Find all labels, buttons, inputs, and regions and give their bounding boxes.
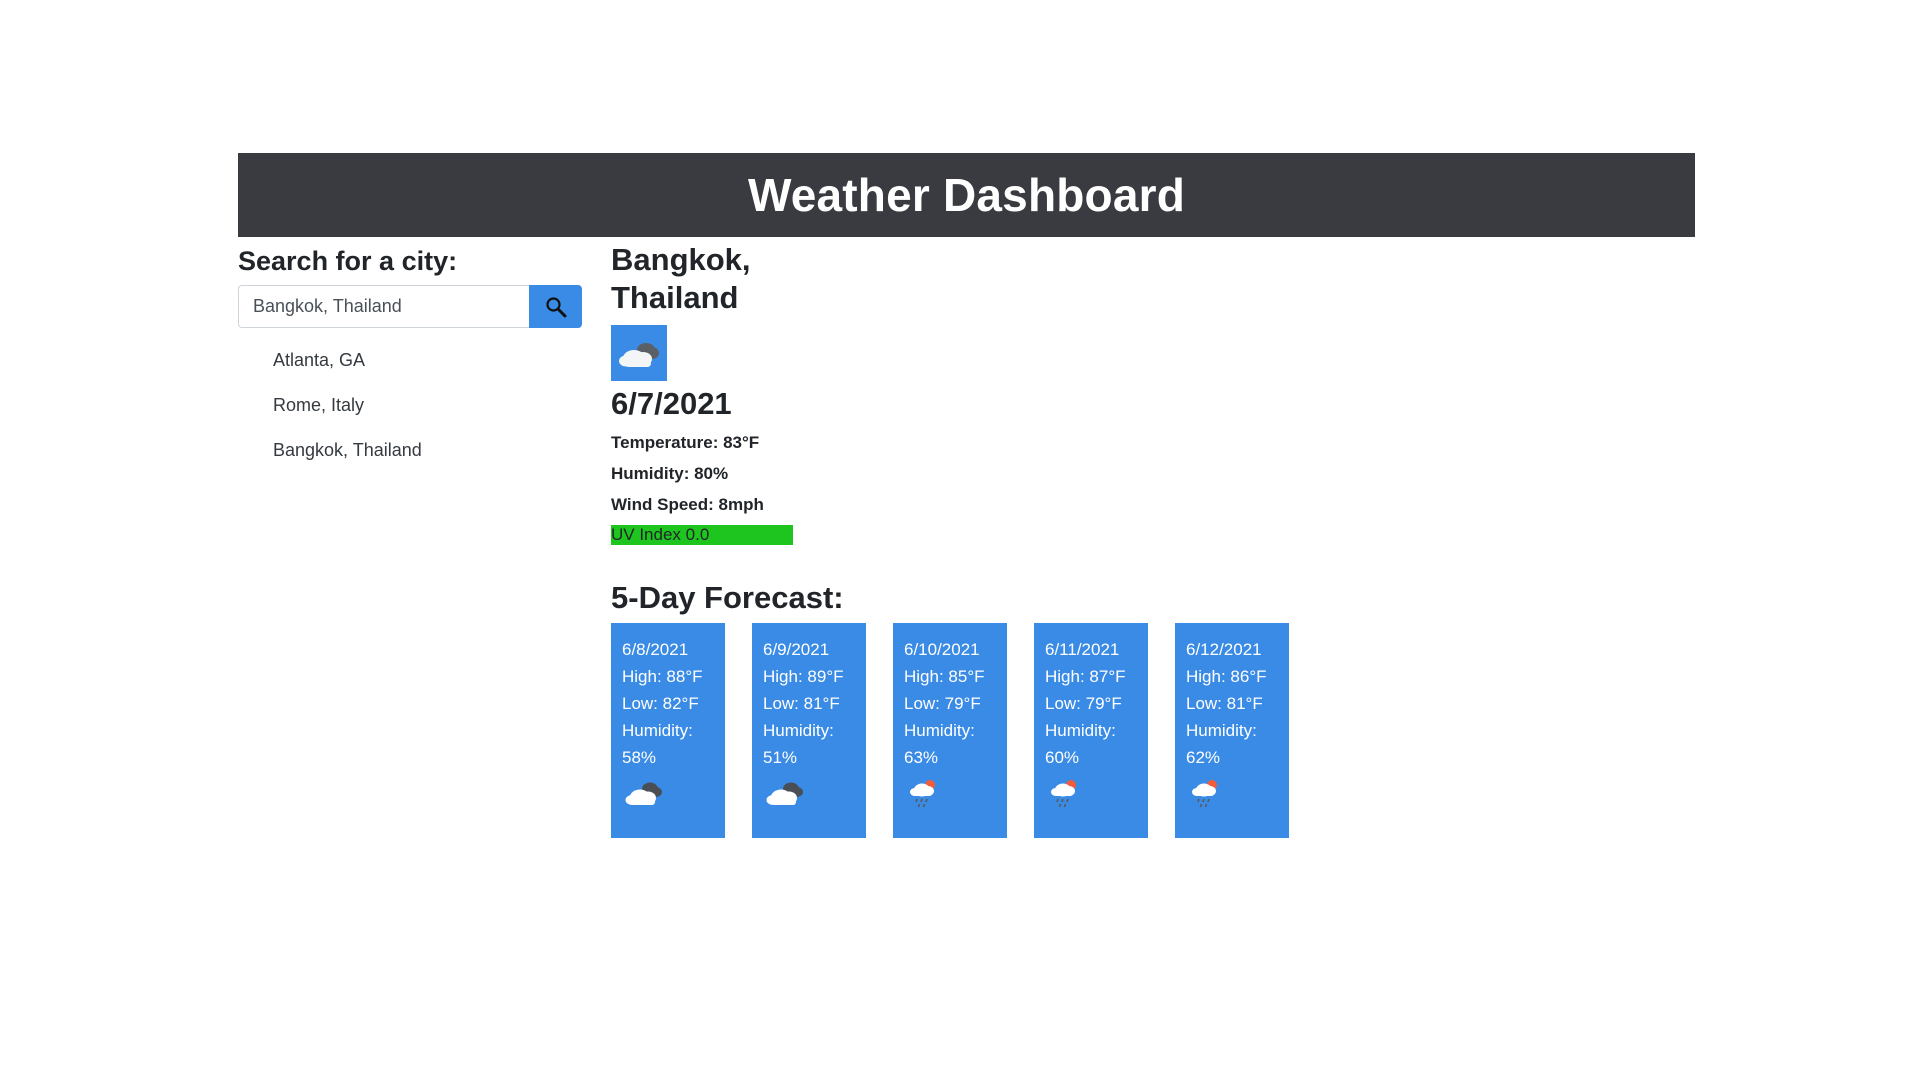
forecast-card: 6/12/2021 High: 86°F Low: 81°F Humidity:…: [1175, 623, 1289, 838]
forecast-humidity-value: 58%: [622, 748, 657, 767]
forecast-low: Low: 81°F: [1186, 694, 1263, 713]
forecast-high: High: 85°F: [904, 667, 985, 686]
forecast-humidity-label: Humidity:: [1045, 721, 1116, 740]
page-title: Weather Dashboard: [747, 169, 1186, 221]
forecast-humidity-value: 63%: [904, 748, 939, 767]
rain-icon: [1192, 780, 1217, 808]
app-header: Weather Dashboard: [238, 153, 1695, 237]
forecast-humidity-label: Humidity:: [1186, 721, 1257, 740]
history-item[interactable]: Rome, Italy: [273, 383, 582, 428]
forecast-date: 6/11/2021: [1045, 640, 1120, 659]
forecast-card: 6/8/2021 High: 88°F Low: 82°F Humidity: …: [611, 623, 725, 838]
search-button[interactable]: [529, 285, 582, 328]
forecast-humidity-label: Humidity:: [622, 721, 693, 740]
forecast-date: 6/12/2021: [1186, 640, 1262, 659]
wind-speed-text: Wind Speed: 8mph: [611, 495, 764, 514]
forecast-low: Low: 82°F: [622, 694, 699, 713]
forecast-card: 6/9/2021 High: 89°F Low: 81°F Humidity: …: [752, 623, 866, 838]
rain-icon: [1051, 780, 1076, 808]
forecast-low: Low: 79°F: [1045, 694, 1122, 713]
rain-icon: [910, 780, 935, 808]
current-weather-panel: Bangkok, Thailand 6/7/2021 Temperature: …: [611, 237, 1611, 838]
forecast-high: High: 88°F: [622, 667, 703, 686]
search-input[interactable]: [238, 285, 530, 328]
history-item[interactable]: Atlanta, GA: [273, 338, 582, 383]
humidity-text: Humidity: 80%: [611, 464, 729, 483]
broken-clouds-icon: [625, 782, 662, 805]
forecast-humidity-label: Humidity:: [904, 721, 975, 740]
broken-clouds-icon: [766, 782, 803, 805]
forecast-low: Low: 81°F: [763, 694, 840, 713]
forecast-high: High: 87°F: [1045, 667, 1126, 686]
current-weather-icon-box: [611, 325, 667, 381]
current-date: 6/7/2021: [611, 386, 732, 421]
search-row: [238, 285, 582, 328]
forecast-date: 6/10/2021: [904, 640, 980, 659]
sidebar: Search for a city: Atlanta, GA Rome, Ita…: [238, 237, 582, 473]
forecast-date: 6/8/2021: [622, 640, 689, 659]
search-label: Search for a city:: [238, 246, 458, 276]
forecast-humidity-value: 62%: [1186, 748, 1221, 767]
forecast-high: High: 89°F: [763, 667, 844, 686]
forecast-row: 6/8/2021 High: 88°F Low: 82°F Humidity: …: [611, 623, 1611, 838]
forecast-humidity-label: Humidity:: [763, 721, 834, 740]
uv-index-badge: UV Index 0.0: [611, 525, 793, 545]
forecast-card: 6/11/2021 High: 87°F Low: 79°F Humidity:…: [1034, 623, 1148, 838]
search-icon: [545, 296, 567, 317]
temperature-text: Temperature: 83°F: [611, 433, 760, 452]
forecast-humidity-value: 60%: [1045, 748, 1080, 767]
forecast-card: 6/10/2021 High: 85°F Low: 79°F Humidity:…: [893, 623, 1007, 838]
forecast-low: Low: 79°F: [904, 694, 981, 713]
history-item[interactable]: Bangkok, Thailand: [273, 428, 582, 473]
search-history-list: Atlanta, GA Rome, Italy Bangkok, Thailan…: [238, 338, 582, 473]
forecast-high: High: 86°F: [1186, 667, 1267, 686]
page: Weather Dashboard Search for a city: Atl…: [0, 0, 1920, 1080]
forecast-date: 6/9/2021: [763, 640, 830, 659]
city-name: Bangkok, Thailand: [611, 242, 751, 315]
forecast-humidity-value: 51%: [763, 748, 798, 767]
forecast-title: 5-Day Forecast:: [611, 580, 844, 615]
cloudy-icon: [619, 343, 659, 367]
